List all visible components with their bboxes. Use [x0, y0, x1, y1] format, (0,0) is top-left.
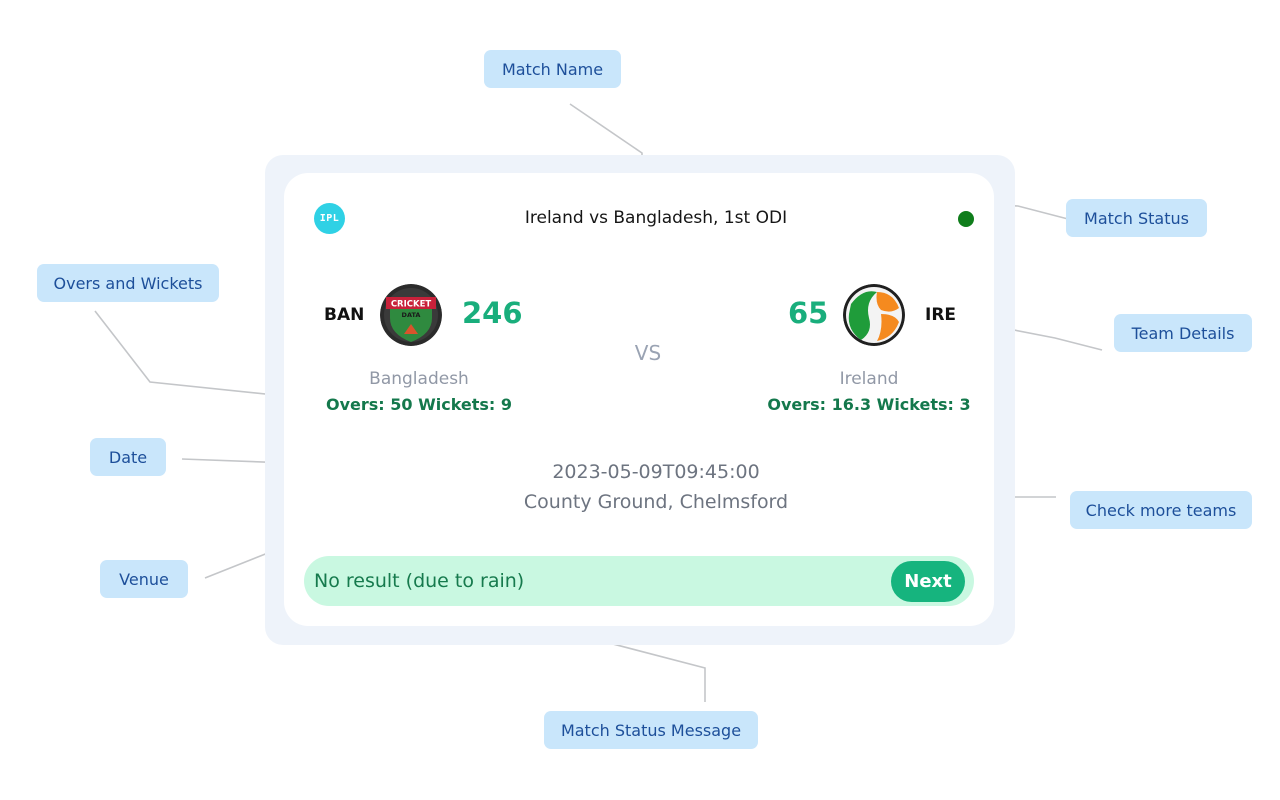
match-venue: County Ground, Chelmsford [523, 491, 789, 513]
ireland-flag-icon [843, 284, 905, 346]
callout-team-details: Team Details [1114, 314, 1252, 352]
team-right-score: 65 [788, 296, 829, 330]
match-date: 2023-05-09T09:45:00 [552, 461, 760, 483]
callout-date: Date [90, 438, 166, 476]
callout-match-name: Match Name [484, 50, 621, 88]
ipl-logo-icon: IPL [314, 203, 345, 234]
vs-label: VS [634, 341, 662, 365]
callout-check-more-teams: Check more teams [1070, 491, 1252, 529]
team-right-overs-wickets: Overs: 16.3 Wickets: 3 [767, 395, 971, 414]
callout-overs-and-wickets: Overs and Wickets [37, 264, 219, 302]
team-left-score: 246 [462, 296, 523, 330]
next-button[interactable]: Next [891, 561, 965, 602]
team-left-code: BAN [324, 305, 365, 325]
cricket-data-logo-icon: CRICKET DATA [380, 284, 442, 346]
callout-match-status-message: Match Status Message [544, 711, 758, 749]
logo-text-cricket: CRICKET [391, 300, 432, 310]
team-right-code: IRE [925, 305, 957, 325]
callout-match-status: Match Status [1066, 199, 1207, 237]
team-left-overs-wickets: Overs: 50 Wickets: 9 [325, 395, 513, 414]
match-status-message: No result (due to rain) [314, 570, 525, 592]
callout-venue: Venue [100, 560, 188, 598]
team-left-name: Bangladesh [369, 369, 469, 389]
match-name: Ireland vs Bangladesh, 1st ODI [524, 208, 788, 228]
logo-text-data: DATA [402, 311, 421, 319]
team-right-name: Ireland [839, 369, 899, 389]
match-status-indicator [958, 211, 974, 227]
